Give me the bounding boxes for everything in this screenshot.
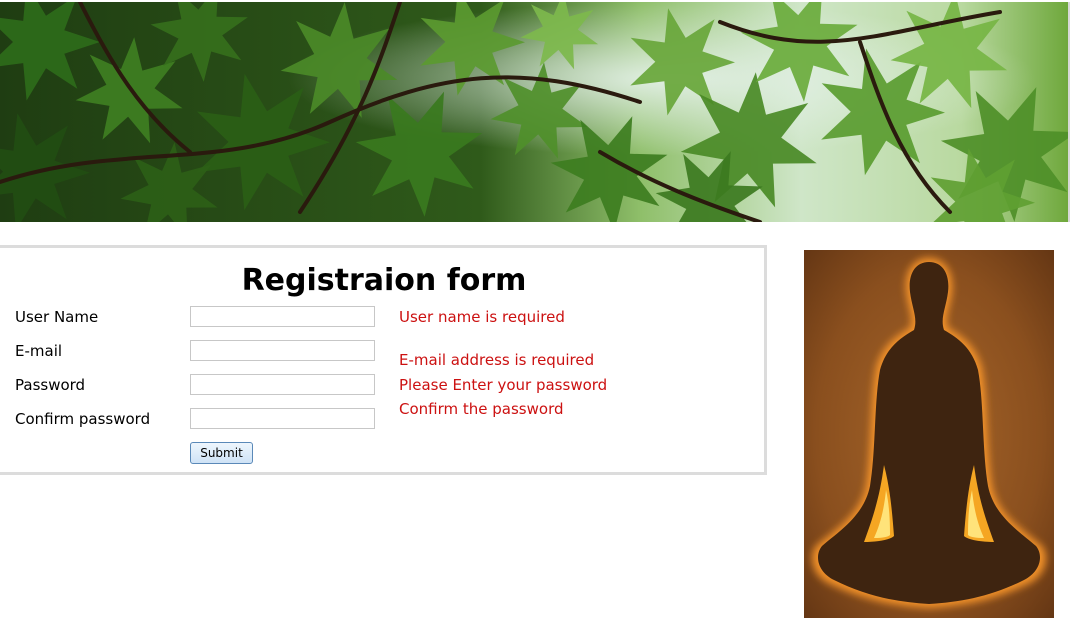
username-error: User name is required [399,308,565,326]
email-error: E-mail address is required [399,351,595,369]
meditation-image [804,250,1054,618]
submit-button[interactable]: Submit [190,442,253,464]
password-error: Please Enter your password [399,376,608,394]
form-title: Registraion form [241,263,527,298]
leaves-banner-image [0,2,1070,222]
password-label: Password [15,376,86,394]
registration-form: Registraion form User Name User name is … [0,245,767,475]
username-input[interactable] [190,306,375,327]
password-input[interactable] [190,374,375,395]
email-input[interactable] [190,340,375,361]
email-label: E-mail [15,342,63,360]
confirm-password-label: Confirm password [15,410,151,428]
confirm-password-error: Confirm the password [399,400,564,418]
username-label: User Name [15,308,99,326]
confirm-password-input[interactable] [190,408,375,429]
